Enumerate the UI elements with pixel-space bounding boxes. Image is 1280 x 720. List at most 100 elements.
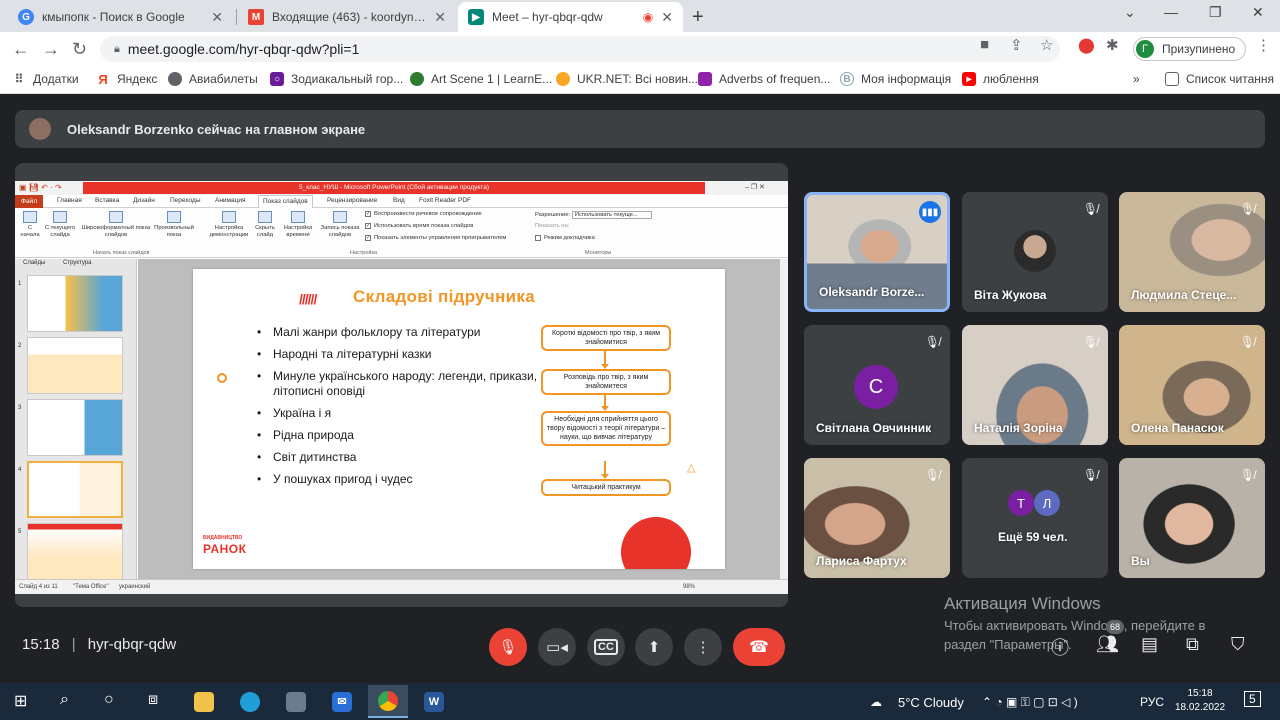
- new-tab-button[interactable]: +: [692, 6, 704, 29]
- taskbar-explorer[interactable]: [184, 685, 224, 718]
- weather-text[interactable]: 5°C Cloudy: [898, 695, 964, 710]
- profile-button[interactable]: Г Призупинено: [1133, 37, 1247, 61]
- ppt-slide-panel: Слайды Структура 1 2 3 4 5: [15, 259, 137, 580]
- forward-icon[interactable]: →: [42, 39, 60, 60]
- tab-separator: [236, 9, 237, 25]
- mic-off-icon: 🎙︎̸: [1082, 468, 1098, 482]
- captions-button[interactable]: CC: [587, 628, 625, 666]
- chat-icon[interactable]: ▤: [1141, 634, 1158, 655]
- opera-icon[interactable]: ⬤: [1078, 36, 1095, 54]
- language-indicator[interactable]: РУС: [1140, 695, 1164, 709]
- reload-icon[interactable]: ↻: [72, 39, 87, 60]
- participant-tile[interactable]: 🎙︎̸ Лариса Фартух: [804, 458, 950, 578]
- info-icon[interactable]: ⓘ: [1051, 634, 1069, 660]
- ppt-status-bar: Слайд 4 из 11 "Тема Office" украинский 9…: [15, 579, 788, 594]
- participant-tile-self[interactable]: 🎙︎̸ Вы: [1119, 458, 1265, 578]
- captions-icon: CC: [594, 639, 618, 655]
- bookmark-zodiac[interactable]: ○ Зодиакальный гор...: [270, 72, 403, 86]
- participant-name: Лариса Фартух: [816, 554, 907, 568]
- activities-icon[interactable]: ⧉: [1186, 634, 1199, 655]
- minimize-icon[interactable]: —: [1164, 4, 1178, 20]
- address-bar[interactable]: 🔒︎ meet.google.com/hyr-qbqr-qdw?pli=1: [100, 36, 1060, 62]
- share-icon[interactable]: ⇪: [1010, 36, 1023, 54]
- tab-google-search[interactable]: G кмыпопк - Поиск в Google ✕: [8, 2, 233, 32]
- participant-tile[interactable]: 🎙︎̸ Наталія Зоріна: [962, 325, 1108, 445]
- close-icon[interactable]: ✕: [211, 9, 223, 26]
- menu-dots-icon[interactable]: ⋮: [1256, 36, 1271, 54]
- participant-tile[interactable]: ▮▮▮ Oleksandr Borze...: [804, 192, 950, 312]
- tab-meet[interactable]: ▶ Meet – hyr-qbqr-qdw ◉ ✕: [458, 2, 683, 32]
- weather-icon: ☁: [870, 695, 882, 709]
- search-icon[interactable]: ⌕: [60, 691, 69, 709]
- participant-tile[interactable]: 🎙︎̸ Людмила Стеце...: [1119, 192, 1265, 312]
- bookmark-apps[interactable]: ⠿ Додатки: [12, 72, 79, 86]
- slide-bullet: Минуле українського народу: легенди, при…: [253, 369, 553, 399]
- google-icon: G: [18, 9, 34, 25]
- taskbar-word[interactable]: W: [414, 685, 454, 718]
- taskbar-clock[interactable]: 15:18 18.02.2022: [1170, 687, 1230, 715]
- taskbar-chrome[interactable]: [368, 685, 408, 718]
- bookmark-artscene[interactable]: Art Scene 1 | LearnE...: [410, 72, 552, 86]
- tab-gmail[interactable]: M Входящие (463) - koordynatzia@ ✕: [238, 2, 456, 32]
- bookmark-adverbs[interactable]: Adverbs of frequen...: [698, 72, 830, 86]
- edge-icon: [240, 691, 260, 712]
- mic-off-icon: 🎙︎̸: [924, 468, 940, 482]
- bookmarks-more[interactable]: »: [1133, 72, 1140, 86]
- ppt-btn-timing: Настройка времени: [281, 211, 315, 239]
- camera-toggle-button[interactable]: ▭◂: [538, 628, 576, 666]
- ukrnet-icon: [556, 72, 570, 86]
- people-icon[interactable]: 👥︎: [1096, 634, 1119, 655]
- bookmark-avia[interactable]: Авиабилеты: [168, 72, 258, 86]
- participant-tile[interactable]: 🎙︎̸ Віта Жукова: [962, 192, 1108, 312]
- close-icon[interactable]: ✕: [434, 9, 446, 26]
- reading-list[interactable]: Список читання: [1165, 72, 1274, 86]
- task-view-icon[interactable]: ⧈: [148, 691, 158, 709]
- bookmark-youtube[interactable]: ▸ люблення: [962, 72, 1039, 86]
- mail-icon: ✉: [332, 691, 352, 712]
- back-icon[interactable]: ←: [12, 39, 30, 60]
- close-icon[interactable]: ✕: [661, 9, 673, 26]
- bookmark-ukrnet[interactable]: UKR.NET: Всі новин...: [556, 72, 698, 86]
- apps-grid-icon: ⠿: [12, 72, 26, 86]
- leave-call-button[interactable]: ☎: [733, 628, 785, 666]
- star-icon[interactable]: ☆: [1040, 36, 1053, 54]
- participant-name: Наталія Зоріна: [974, 421, 1063, 435]
- host-controls-icon[interactable]: ⛉: [1231, 634, 1245, 655]
- triangle-decoration-icon: △: [687, 462, 696, 474]
- lock-icon: 🔒︎: [114, 42, 120, 55]
- participant-tile[interactable]: 🎙︎̸ Олена Панасюк: [1119, 325, 1265, 445]
- mic-toggle-button[interactable]: 🎙︎: [489, 628, 527, 666]
- window-close-icon[interactable]: ✕: [1252, 4, 1264, 21]
- ppt-btn-hide-slide: Скрыть слайд: [253, 211, 277, 239]
- word-icon: W: [424, 691, 444, 712]
- mic-off-icon: 🎙︎̸: [1239, 335, 1255, 349]
- more-options-button[interactable]: ⋮: [684, 628, 722, 666]
- ppt-window-title: 5_клас_НУШ - Microsoft PowerPoint (Сбой …: [83, 182, 705, 194]
- participant-tile-more[interactable]: Т Л 🎙︎̸ Ещё 59 чел.: [962, 458, 1108, 578]
- windows-start-icon[interactable]: ⊞: [14, 691, 27, 711]
- notification-icon[interactable]: 5: [1244, 691, 1261, 707]
- participant-name: Oleksandr Borze...: [819, 285, 925, 299]
- camera-icon[interactable]: ■: [980, 36, 989, 53]
- slide-thumb: [27, 337, 123, 394]
- tray-icons[interactable]: ⌃ ◔ ▣ ⚿ ▢ ⊡ ◁ ): [982, 695, 1078, 710]
- cortana-icon[interactable]: ○: [104, 691, 114, 709]
- presenting-banner: Oleksandr Borzenko сейчас на главном экр…: [15, 110, 1265, 148]
- restore-icon[interactable]: ❐: [1209, 4, 1222, 21]
- taskbar-mail[interactable]: ✉: [322, 685, 362, 718]
- slide: ////// Складові підручника Малі жанри фо…: [193, 269, 725, 569]
- taskbar-edge[interactable]: [230, 685, 270, 718]
- meeting-info: 15:18 | hyr-qbqr-qdw: [22, 636, 177, 653]
- ppt-resolution: Разрешение: Использовать текуще...: [535, 211, 652, 219]
- bookmark-yandex[interactable]: Я Яндекс: [96, 72, 158, 87]
- taskbar-store[interactable]: [276, 685, 316, 718]
- participant-name: Людмила Стеце...: [1131, 288, 1237, 302]
- participant-tile[interactable]: С 🎙︎̸ Світлана Овчинник: [804, 325, 950, 445]
- present-button[interactable]: ⬆: [635, 628, 673, 666]
- speaking-icon: ▮▮▮: [919, 201, 941, 223]
- tab-search-icon[interactable]: ⌄: [1124, 4, 1136, 21]
- avatar: Т: [1008, 490, 1034, 516]
- bookmark-myinfo[interactable]: B Моя інформація: [840, 72, 951, 86]
- extensions-icon[interactable]: ✱: [1106, 36, 1119, 54]
- bookmark-label: Яндекс: [117, 72, 158, 86]
